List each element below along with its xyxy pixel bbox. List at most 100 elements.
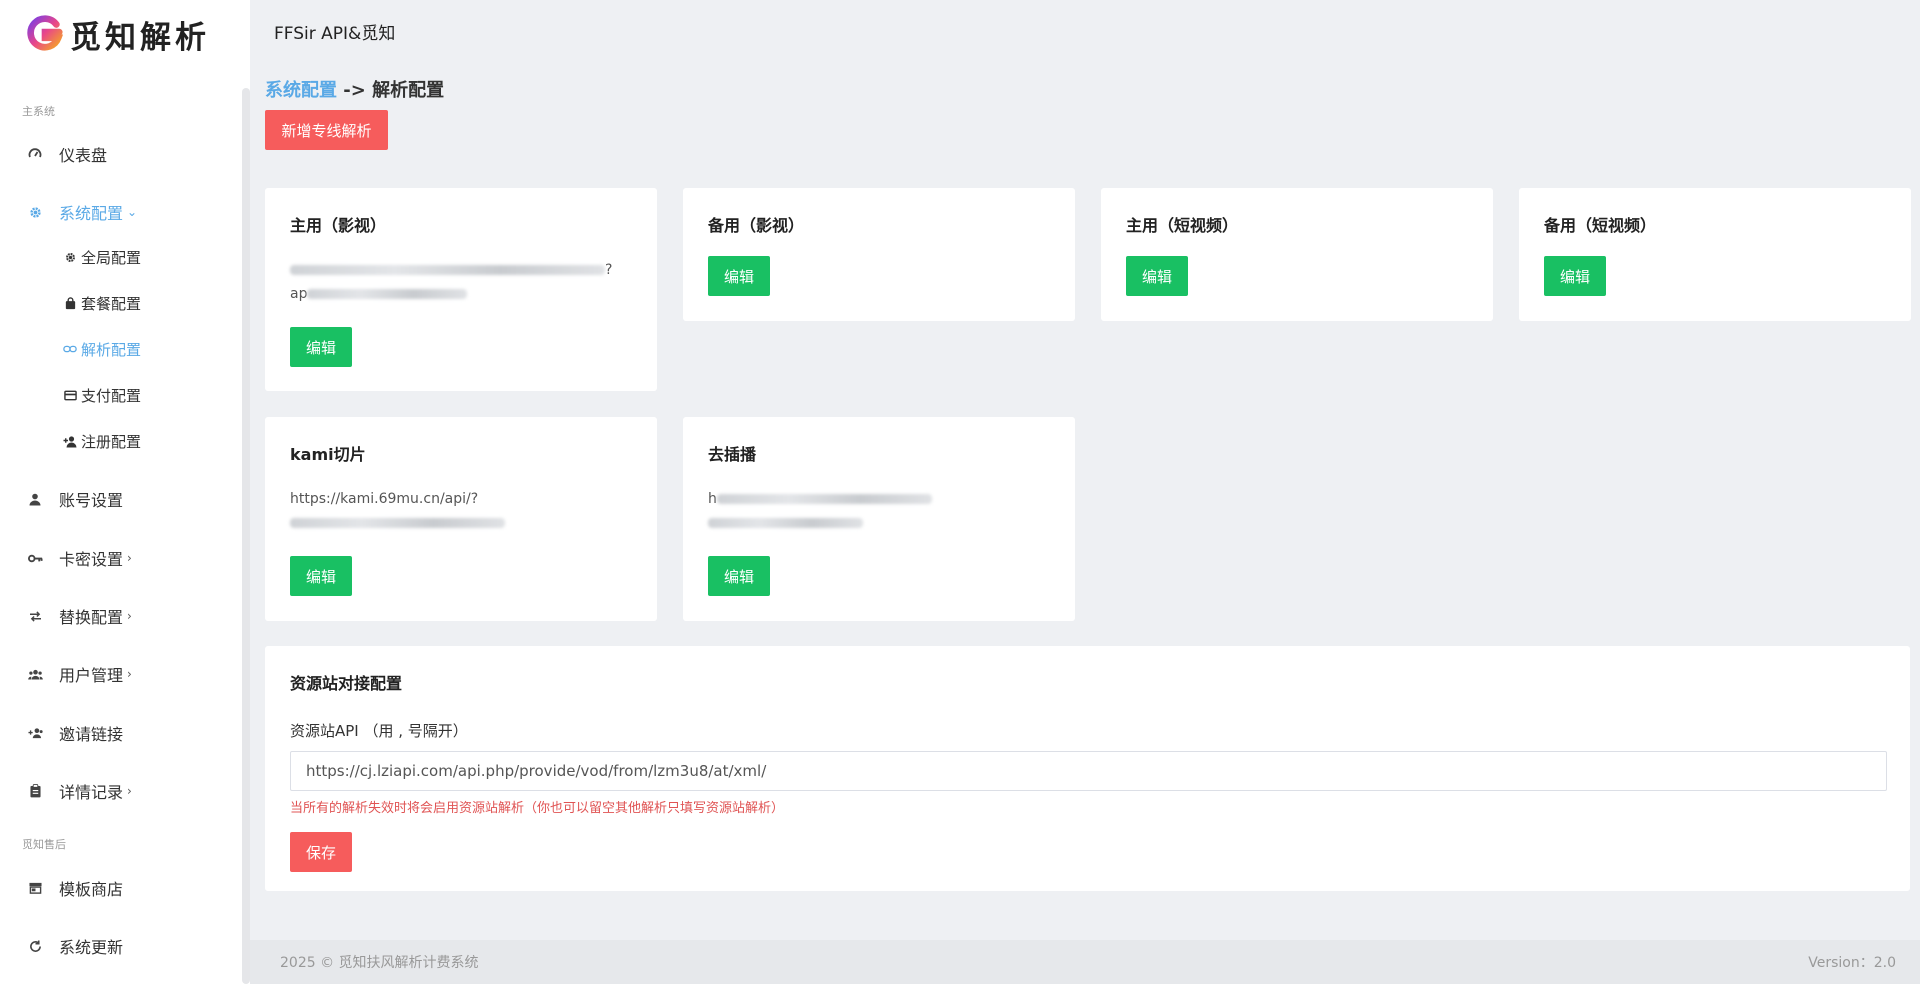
brand[interactable]: 觅知解析: [26, 12, 210, 56]
resource-api-input[interactable]: https://cj.lziapi.com/api.php/provide/vo…: [290, 751, 1887, 791]
footer: 2025 © 觅知扶风解析计费系统 Version：2.0: [250, 940, 1920, 984]
redacted-url: [290, 265, 605, 275]
breadcrumb-separator: ->: [337, 80, 373, 101]
edit-button[interactable]: 编辑: [708, 256, 770, 296]
sidebar-sub-item-register-config[interactable]: 注册配置: [0, 424, 242, 458]
chevron-right-icon: ›: [127, 609, 132, 623]
card-url-tail: ?: [605, 262, 613, 278]
sub-item-label: 套餐配置: [81, 294, 142, 313]
topbar: FFSir API&觅知: [250, 0, 1920, 62]
card-url-line2: ap: [290, 286, 308, 302]
topbar-title: FFSir API&觅知: [274, 23, 396, 44]
sidebar-item-label: 系统更新: [59, 938, 124, 957]
clipboard-icon: [27, 783, 43, 799]
invite-icon: [27, 725, 43, 741]
parse-card-primary-video: 主用（影视） ? ap 编辑: [265, 188, 657, 391]
resource-station-card: 资源站对接配置 资源站API （用 , 号隔开） https://cj.lzia…: [265, 646, 1910, 891]
chevron-down-icon: ⌄: [127, 205, 138, 219]
card-title: kami切片: [290, 445, 366, 464]
card-url-line1: h: [708, 491, 717, 507]
sidebar-scrollbar[interactable]: [242, 88, 250, 984]
card-icon: [63, 388, 77, 402]
card-title: 备用（影视）: [708, 216, 805, 235]
g-gradient-logo-icon: [27, 15, 64, 51]
sidebar-item-user-management[interactable]: 用户管理 ›: [0, 654, 242, 694]
sidebar-item-system-config[interactable]: 系统配置 ⌄: [0, 192, 242, 232]
redacted-url: [716, 494, 932, 504]
add-dedicated-parse-button[interactable]: 新增专线解析: [265, 110, 388, 150]
footer-version: Version：2.0: [1808, 955, 1896, 971]
refresh-icon: [27, 938, 43, 954]
card-title: 去插播: [708, 445, 757, 464]
user-icon: [27, 491, 43, 507]
parse-card-primary-short-video: 主用（短视频） 编辑: [1101, 188, 1493, 321]
sidebar-item-label: 模板商店: [59, 880, 124, 899]
edit-button[interactable]: 编辑: [1126, 256, 1188, 296]
sidebar-sub-item-payment-config[interactable]: 支付配置: [0, 378, 242, 412]
card-title: 主用（影视）: [290, 216, 387, 235]
sub-item-label: 全局配置: [81, 248, 142, 267]
card-url: h: [708, 487, 1050, 535]
parse-card-backup-short-video: 备用（短视频） 编辑: [1519, 188, 1911, 321]
sidebar: 觅知解析 主系统 仪表盘 系统配置 ⌄ 全局配置 套餐配置 解析配置 支付配置 …: [0, 0, 250, 984]
parse-card-remove-ads: 去插播 h 编辑: [683, 417, 1075, 621]
edit-button[interactable]: 编辑: [708, 556, 770, 596]
section-label-main: 主系统: [22, 105, 55, 118]
resource-api-label: 资源站API （用 , 号隔开）: [290, 722, 468, 740]
gear-icon: [63, 250, 77, 264]
redacted-url: [307, 289, 468, 299]
card-title: 主用（短视频）: [1126, 216, 1239, 235]
parse-card-kami-slice: kami切片 https://kami.69mu.cn/api/? 编辑: [265, 417, 657, 621]
sidebar-item-card-settings[interactable]: 卡密设置 ›: [0, 538, 242, 578]
sidebar-item-system-update[interactable]: 系统更新: [0, 926, 242, 966]
sidebar-item-label: 系统配置: [59, 204, 124, 223]
edit-button[interactable]: 编辑: [290, 327, 352, 367]
sidebar-item-account-settings[interactable]: 账号设置: [0, 479, 242, 519]
dashboard-icon: [27, 146, 43, 162]
section-label-after-sales: 觅知售后: [22, 838, 66, 851]
edit-button[interactable]: 编辑: [1544, 256, 1606, 296]
card-title: 备用（短视频）: [1544, 216, 1657, 235]
sidebar-item-label: 账号设置: [59, 491, 124, 510]
sidebar-sub-item-parse-config[interactable]: 解析配置: [0, 332, 242, 366]
sidebar-item-label: 用户管理: [59, 666, 124, 685]
sidebar-item-label: 卡密设置: [59, 550, 124, 569]
sub-item-label: 支付配置: [81, 386, 142, 405]
sidebar-sub-item-package-config[interactable]: 套餐配置: [0, 286, 242, 320]
save-button[interactable]: 保存: [290, 832, 352, 872]
gear-icon: [27, 204, 43, 220]
key-icon: [27, 550, 43, 566]
sidebar-item-dashboard[interactable]: 仪表盘: [0, 134, 242, 174]
user-plus-icon: [63, 434, 77, 448]
link-icon: [63, 342, 77, 356]
redacted-url: [290, 518, 505, 528]
footer-copyright: 2025 © 觅知扶风解析计费系统: [280, 955, 479, 971]
breadcrumb-link-system-config[interactable]: 系统配置: [265, 80, 337, 101]
breadcrumb: 系统配置 -> 解析配置: [265, 76, 444, 102]
sidebar-item-detail-records[interactable]: 详情记录 ›: [0, 771, 242, 811]
swap-icon: [27, 608, 43, 624]
sidebar-item-template-store[interactable]: 模板商店: [0, 868, 242, 908]
users-icon: [27, 666, 43, 682]
breadcrumb-current: 解析配置: [372, 80, 445, 101]
sidebar-item-replace-config[interactable]: 替换配置 ›: [0, 596, 242, 636]
sidebar-item-label: 详情记录: [59, 783, 124, 802]
sidebar-item-invite-link[interactable]: 邀请链接: [0, 713, 242, 753]
card-url-line1: https://kami.69mu.cn/api/?: [290, 491, 479, 507]
sub-item-label: 解析配置: [81, 340, 142, 359]
sidebar-item-label: 邀请链接: [59, 725, 124, 744]
brand-name: 觅知解析: [70, 19, 210, 56]
store-icon: [27, 880, 43, 896]
sidebar-item-label: 仪表盘: [59, 146, 108, 165]
resource-api-value: https://cj.lziapi.com/api.php/provide/vo…: [306, 762, 767, 780]
card-url: https://kami.69mu.cn/api/?: [290, 487, 632, 535]
sidebar-item-label: 替换配置: [59, 608, 124, 627]
resource-card-title: 资源站对接配置: [290, 674, 403, 693]
edit-button[interactable]: 编辑: [290, 556, 352, 596]
sub-item-label: 注册配置: [81, 432, 142, 451]
chevron-right-icon: ›: [127, 551, 132, 565]
chevron-right-icon: ›: [127, 784, 132, 798]
sidebar-sub-item-global-config[interactable]: 全局配置: [0, 240, 242, 274]
resource-api-hint: 当所有的解析失效时将会启用资源站解析（你也可以留空其他解析只填写资源站解析）: [290, 801, 785, 816]
card-url: ? ap: [290, 258, 632, 306]
